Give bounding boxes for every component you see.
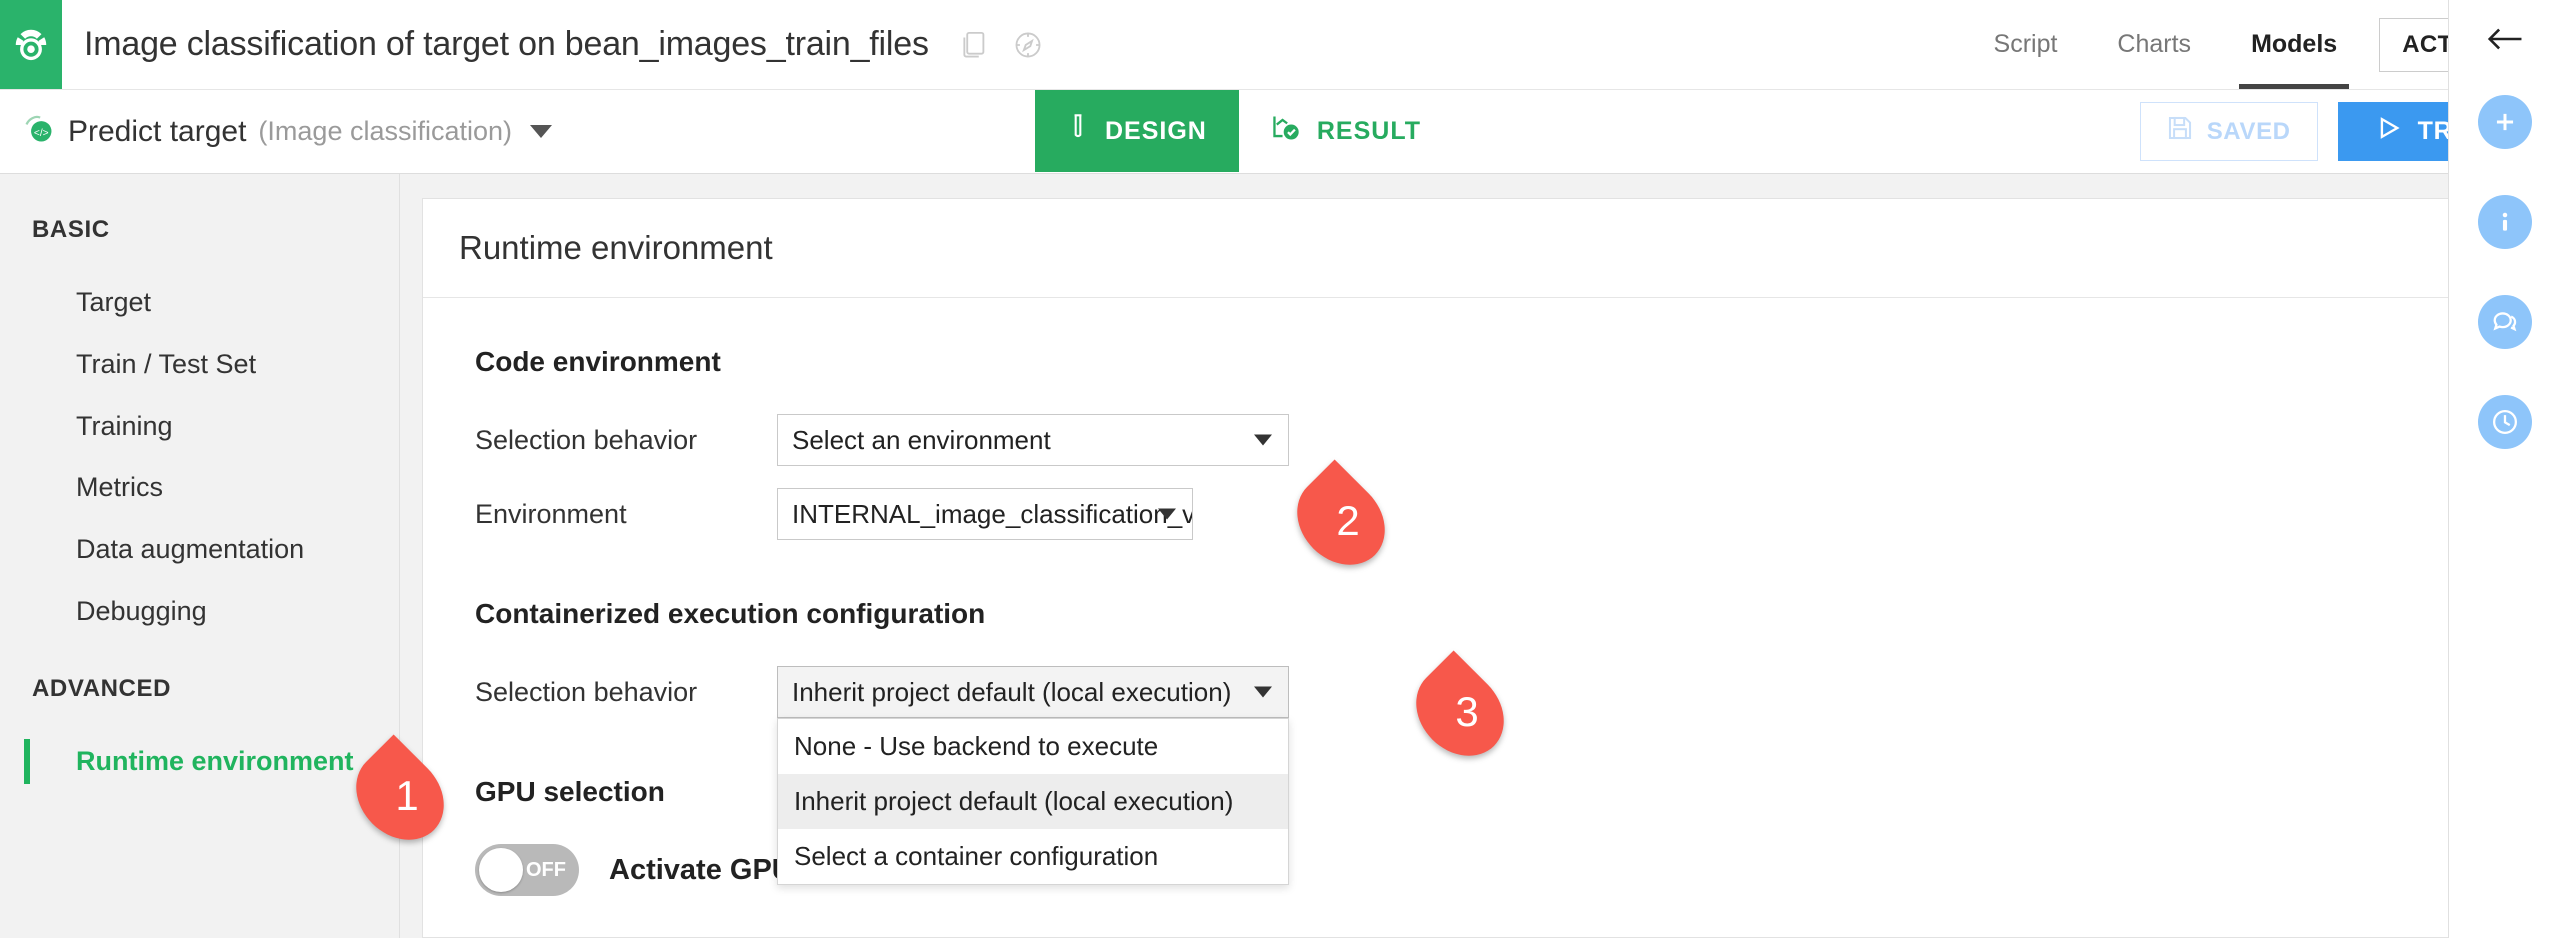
sidebar-item-metrics[interactable]: Metrics [0, 457, 399, 519]
sidebar-item-target[interactable]: Target [0, 272, 399, 334]
dataiku-logo[interactable] [0, 0, 62, 89]
sidebar-item-training[interactable]: Training [0, 396, 399, 458]
activate-gpu-label: Activate GPU [609, 853, 793, 886]
select-environment-value: INTERNAL_image_classification_v [792, 498, 1193, 529]
tab-charts[interactable]: Charts [2087, 0, 2221, 89]
tab-script[interactable]: Script [1964, 0, 2088, 89]
copy-icon[interactable] [959, 30, 987, 60]
tab-result-label: RESULT [1316, 116, 1422, 145]
containerized-dropdown-menu: None - Use backend to execute Inherit pr… [777, 718, 1289, 885]
compass-icon[interactable] [1013, 30, 1043, 60]
select-containerized-selection-behavior[interactable]: Inherit project default (local execution… [777, 666, 1289, 718]
chevron-down-icon[interactable] [530, 125, 553, 138]
recipe-selector[interactable]: </> Predict target (Image classification… [0, 90, 553, 173]
tab-result[interactable]: RESULT [1239, 90, 1453, 172]
sidebar-group-basic: BASIC [32, 216, 110, 243]
select-containerized-selection-behavior-value: Inherit project default (local execution… [792, 676, 1232, 707]
tab-models[interactable]: Models [2221, 0, 2367, 89]
chevron-down-icon [1158, 508, 1176, 520]
label-containerized-selection-behavior: Selection behavior [475, 676, 698, 707]
row-environment: Environment INTERNAL_image_classificatio… [475, 488, 2495, 540]
dropdown-option-select-container-configuration[interactable]: Select a container configuration [778, 829, 1288, 884]
info-icon[interactable] [2477, 195, 2532, 249]
page-title: Image classification of target on bean_i… [84, 25, 929, 63]
recipe-toolbar: </> Predict target (Image classification… [0, 90, 2560, 174]
toggle-knob [479, 848, 523, 892]
floppy-disk-icon [2167, 115, 2193, 148]
card-title: Runtime environment [459, 229, 773, 266]
chevron-down-icon [1254, 686, 1272, 698]
recipe-name: Predict target [68, 114, 247, 148]
toggle-state-label: OFF [526, 858, 566, 881]
sidebar-item-train-test-set[interactable]: Train / Test Set [0, 334, 399, 396]
sidebar-item-runtime-environment[interactable]: Runtime environment [0, 731, 399, 793]
runtime-environment-card: Runtime environment Code environment Sel… [422, 198, 2532, 938]
page-title-wrap: Image classification of target on bean_i… [62, 0, 1964, 89]
right-rail [2448, 0, 2560, 938]
dropdown-option-none[interactable]: None - Use backend to execute [778, 719, 1288, 774]
predict-recipe-icon: </> [22, 112, 56, 151]
section-containerized-title: Containerized execution configuration [475, 598, 986, 629]
play-icon [2376, 115, 2402, 148]
row-code-env-selection-behavior: Selection behavior Select an environment [475, 414, 2495, 466]
recipe-kind: (Image classification) [258, 116, 513, 146]
back-arrow-icon[interactable] [2485, 22, 2525, 61]
tab-design[interactable]: DESIGN [1035, 90, 1239, 172]
app-root: Image classification of target on bean_i… [0, 0, 2560, 938]
callout-marker-1: 1 [338, 734, 462, 858]
select-code-env-selection-behavior[interactable]: Select an environment [777, 414, 1289, 466]
top-header: Image classification of target on bean_i… [0, 0, 2560, 90]
dropdown-option-inherit-project-default[interactable]: Inherit project default (local execution… [778, 774, 1288, 829]
content-area: Runtime environment Code environment Sel… [400, 174, 2560, 938]
svg-text:</>: </> [34, 128, 49, 139]
callout-number: 1 [395, 772, 419, 819]
select-environment[interactable]: INTERNAL_image_classification_v [777, 488, 1193, 540]
callout-marker-3: 3 [1398, 650, 1522, 774]
history-clock-icon[interactable] [2477, 395, 2532, 449]
plus-icon[interactable] [2477, 95, 2532, 149]
result-check-icon [1271, 113, 1301, 150]
callout-number: 3 [1455, 688, 1479, 735]
test-tube-icon [1067, 113, 1089, 150]
card-body: Code environment Selection behavior Sele… [423, 298, 2531, 896]
saved-button[interactable]: SAVED [2139, 102, 2318, 161]
sidebar-item-data-augmentation[interactable]: Data augmentation [0, 519, 399, 581]
section-code-environment-title: Code environment [475, 346, 721, 377]
dataiku-logo-mark [15, 29, 47, 60]
mode-tabs: DESIGN RESULT [1035, 90, 1453, 172]
saved-label: SAVED [2206, 117, 2291, 145]
callout-marker-2: 2 [1279, 459, 1403, 583]
activate-gpu-toggle[interactable]: OFF [475, 844, 579, 896]
label-environment: Environment [475, 498, 627, 529]
discussions-icon[interactable] [2477, 295, 2532, 349]
select-code-env-selection-behavior-value: Select an environment [792, 424, 1051, 455]
sidebar-item-debugging[interactable]: Debugging [0, 581, 399, 643]
label-code-env-selection-behavior: Selection behavior [475, 424, 698, 455]
sidebar-group-advanced: ADVANCED [32, 674, 172, 702]
chevron-down-icon [1254, 434, 1272, 446]
tab-design-label: DESIGN [1105, 116, 1207, 145]
card-header: Runtime environment [423, 199, 2531, 298]
callout-number: 2 [1336, 497, 1360, 544]
settings-sidebar: BASIC Target Train / Test Set Training M… [0, 174, 400, 938]
